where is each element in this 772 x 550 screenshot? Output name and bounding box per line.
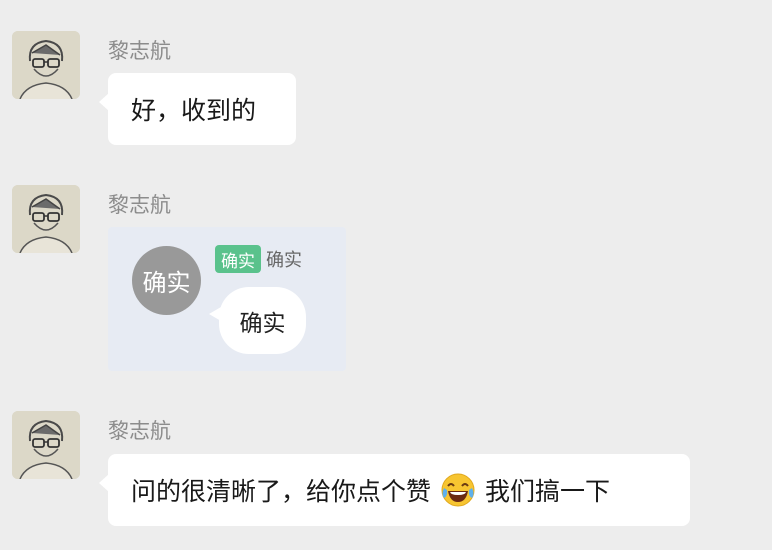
sticker-tag-badge: 确实 bbox=[215, 245, 261, 273]
message-text: 我们搞一下 bbox=[485, 477, 611, 506]
avatar[interactable] bbox=[12, 411, 80, 479]
message-bubble[interactable]: 问的很清晰了，给你点个赞 我们搞一下 bbox=[99, 454, 690, 526]
sticker-message[interactable]: 确实 确实 确实 确实 bbox=[108, 227, 346, 371]
avatar-sketch-icon bbox=[12, 411, 80, 479]
avatar[interactable] bbox=[12, 185, 80, 253]
avatar-sketch-icon bbox=[12, 31, 80, 99]
tears-of-joy-emoji-icon bbox=[440, 472, 476, 508]
message-text: 好，收到的 bbox=[131, 96, 257, 125]
message-bubble[interactable]: 好，收到的 bbox=[99, 73, 296, 145]
sticker-circle-avatar: 确实 bbox=[132, 246, 201, 315]
avatar[interactable] bbox=[12, 31, 80, 99]
avatar-sketch-icon bbox=[12, 185, 80, 253]
sender-name: 黎志航 bbox=[108, 39, 171, 63]
sticker-speech-bubble: 确实 bbox=[209, 287, 306, 354]
message-text: 问的很清晰了，给你点个赞 bbox=[131, 477, 432, 506]
sticker-name-label: 确实 bbox=[266, 250, 302, 271]
sender-name: 黎志航 bbox=[108, 419, 171, 443]
sender-name: 黎志航 bbox=[108, 193, 171, 217]
